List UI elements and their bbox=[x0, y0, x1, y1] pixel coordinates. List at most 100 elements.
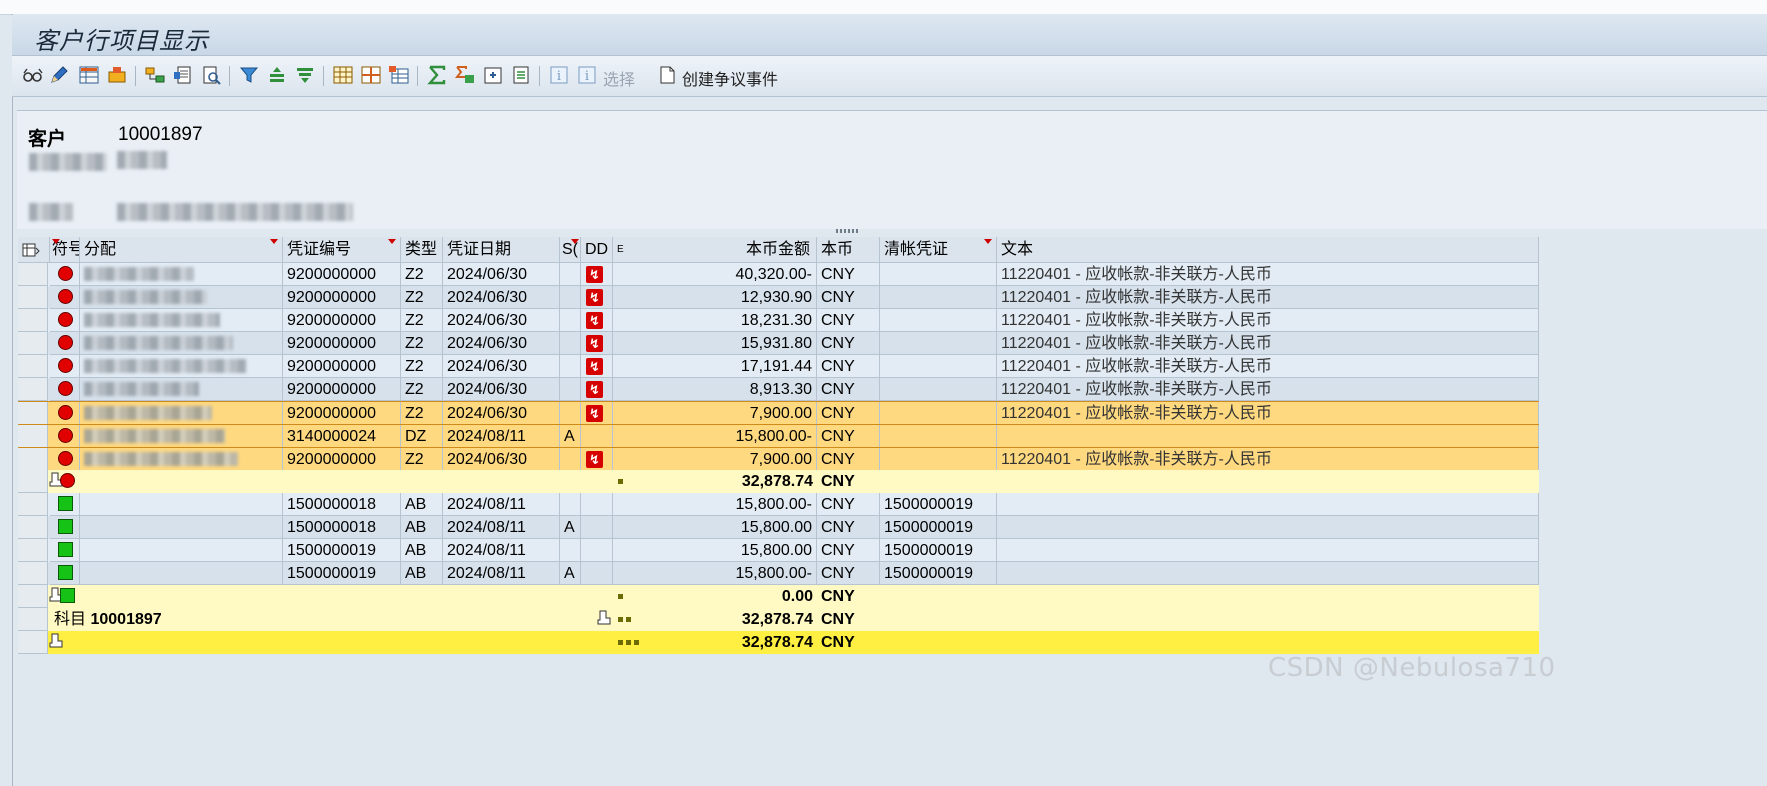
col-header-assignment[interactable]: 分配 bbox=[80, 237, 283, 263]
col-header-docdate[interactable]: 凭证日期 bbox=[443, 237, 560, 263]
table-row[interactable]: 1500000019 AB 2024/08/11 A 15,800.00- CNY 1500… bbox=[18, 562, 1539, 585]
cell-amount: 17,191.44 bbox=[613, 355, 817, 378]
expand-icon[interactable] bbox=[482, 64, 504, 86]
col-header-clearing[interactable]: 清帐凭证 bbox=[880, 237, 997, 263]
doc-search-icon[interactable] bbox=[200, 64, 222, 86]
cell-date: 2024/06/30 bbox=[443, 448, 560, 471]
cell-date: 2024/06/30 bbox=[443, 355, 560, 378]
col-header-docnum[interactable]: 凭证编号 bbox=[283, 237, 401, 263]
row-selector[interactable] bbox=[18, 608, 48, 631]
table-row[interactable]: 1500000018 AB 2024/08/11 15,800.00- CNY 15000… bbox=[18, 493, 1539, 516]
table-row[interactable]: 3140000024 DZ 2024/08/11 A 15,800.00- CNY bbox=[18, 424, 1539, 448]
cell-dd: ↯ bbox=[581, 402, 613, 425]
col-header-sg[interactable]: S( bbox=[560, 237, 581, 263]
cell-assign bbox=[80, 562, 283, 585]
dunning-block-icon: ↯ bbox=[586, 381, 603, 398]
row-selector[interactable] bbox=[18, 425, 48, 448]
collapse-icon[interactable] bbox=[510, 64, 532, 86]
table-row[interactable]: 9200000000 Z2 2024/06/30 ↯ 7,900.00 CNY 112204… bbox=[18, 447, 1539, 471]
cell-text: 11220401 - 应收帐款-非关联方-人民币 bbox=[997, 332, 1539, 355]
layout-icon[interactable] bbox=[78, 64, 100, 86]
table-row[interactable]: 9200000000 Z2 2024/06/30 ↯ 7,900.00 CNY 112204… bbox=[18, 401, 1539, 425]
filter-icon[interactable] bbox=[238, 64, 260, 86]
new-doc-icon[interactable] bbox=[656, 64, 678, 86]
redacted-label bbox=[29, 153, 107, 171]
row-selector[interactable] bbox=[18, 448, 48, 471]
grand-total-row[interactable]: 32,878.74 CNY bbox=[18, 631, 1539, 654]
col-header-text[interactable]: 文本 bbox=[997, 237, 1539, 263]
col-header-dd[interactable]: DD bbox=[581, 237, 613, 263]
cell-date: 2024/06/30 bbox=[443, 286, 560, 309]
table-row[interactable]: 9200000000 Z2 2024/06/30 ↯ 17,191.44 CNY 11220… bbox=[18, 355, 1539, 378]
col-header-amount-e[interactable]: E 本币金额 bbox=[613, 237, 817, 263]
cell-doc: 9200000000 bbox=[283, 448, 401, 471]
account-label-text: 科目 bbox=[54, 611, 87, 628]
table-row[interactable]: 9200000000 Z2 2024/06/30 ↯ 40,320.00- CNY 1122… bbox=[18, 263, 1539, 286]
sort-desc-icon[interactable] bbox=[294, 64, 316, 86]
select-button[interactable]: 选择 bbox=[603, 66, 635, 90]
row-selector[interactable] bbox=[18, 286, 48, 309]
vendor-icon[interactable] bbox=[106, 64, 128, 86]
table-row[interactable]: 9200000000 Z2 2024/06/30 ↯ 15,931.80 CNY 11220… bbox=[18, 332, 1539, 355]
cell-doc: 9200000000 bbox=[283, 332, 401, 355]
toolbar-separator bbox=[229, 66, 230, 86]
cell-text bbox=[997, 425, 1539, 448]
sort-marker bbox=[52, 239, 60, 244]
redacted-label bbox=[29, 203, 73, 221]
pencil-icon[interactable] bbox=[48, 64, 70, 86]
dunning-block-icon: ↯ bbox=[586, 289, 603, 306]
red-light-icon bbox=[58, 381, 73, 396]
flow-icon[interactable] bbox=[144, 64, 166, 86]
col-header-label: 类型 bbox=[405, 241, 438, 258]
grid-plus-icon[interactable] bbox=[388, 64, 410, 86]
row-selector[interactable] bbox=[18, 562, 48, 585]
grid-icon[interactable] bbox=[332, 64, 354, 86]
cell-s bbox=[560, 332, 581, 355]
account-label: 科目 10001897 bbox=[50, 608, 190, 631]
row-selector[interactable] bbox=[18, 263, 48, 286]
grid-split-icon[interactable] bbox=[360, 64, 382, 86]
splitter-handle[interactable] bbox=[836, 229, 860, 233]
row-selector[interactable] bbox=[18, 402, 48, 425]
info-icon[interactable]: i bbox=[548, 64, 570, 86]
table-row[interactable]: 9200000000 Z2 2024/06/30 ↯ 8,913.30 CNY 112204… bbox=[18, 378, 1539, 401]
sum-icon[interactable] bbox=[426, 64, 448, 86]
subtotal-row[interactable]: 32,878.74 CNY bbox=[18, 470, 1539, 493]
row-selector[interactable] bbox=[18, 585, 48, 608]
row-selector[interactable] bbox=[18, 493, 48, 516]
doc-icon[interactable] bbox=[172, 64, 194, 86]
sort-asc-icon[interactable] bbox=[266, 64, 288, 86]
col-header-type[interactable]: 类型 bbox=[401, 237, 443, 263]
cell-date: 2024/06/30 bbox=[443, 263, 560, 286]
layout-menu-icon[interactable] bbox=[18, 237, 50, 263]
row-selector[interactable] bbox=[18, 309, 48, 332]
col-header-currency[interactable]: 本币 bbox=[817, 237, 880, 263]
subtotal-row[interactable]: 0.00 CNY bbox=[18, 585, 1539, 608]
cell-type: Z2 bbox=[401, 402, 443, 425]
table-row[interactable]: 9200000000 Z2 2024/06/30 ↯ 18,231.30 CNY 11220… bbox=[18, 309, 1539, 332]
row-selector[interactable] bbox=[18, 378, 48, 401]
table-row[interactable]: 1500000018 AB 2024/08/11 A 15,800.00 CNY 15000… bbox=[18, 516, 1539, 539]
row-selector[interactable] bbox=[18, 332, 48, 355]
table-row[interactable]: 1500000019 AB 2024/08/11 15,800.00 CNY 150000… bbox=[18, 539, 1539, 562]
table-row[interactable]: 9200000000 Z2 2024/06/30 ↯ 12,930.90 CNY 11220… bbox=[18, 286, 1539, 309]
row-selector[interactable] bbox=[18, 539, 48, 562]
cell-text: 11220401 - 应收帐款-非关联方-人民币 bbox=[997, 263, 1539, 286]
row-selector[interactable] bbox=[18, 355, 48, 378]
red-light-icon bbox=[58, 405, 73, 420]
cell-s bbox=[560, 402, 581, 425]
row-selector[interactable] bbox=[18, 470, 48, 493]
cell-date: 2024/06/30 bbox=[443, 378, 560, 401]
cell-cur: CNY bbox=[817, 378, 880, 401]
info-select-icon[interactable]: i bbox=[576, 64, 598, 86]
account-total-row[interactable]: 32,878.74 CNY 科目 10001897 bbox=[18, 608, 1539, 631]
col-header-symbol[interactable]: 符号 bbox=[50, 237, 80, 263]
subtotal-icon[interactable] bbox=[454, 64, 476, 86]
cell-doc: 1500000019 bbox=[283, 539, 401, 562]
row-selector[interactable] bbox=[18, 516, 48, 539]
row-selector[interactable] bbox=[18, 631, 48, 654]
create-dispute-button[interactable]: 创建争议事件 bbox=[682, 66, 778, 90]
account-number: 10001897 bbox=[90, 611, 162, 628]
cell-clear bbox=[880, 332, 997, 355]
glasses-icon[interactable] bbox=[22, 64, 44, 86]
